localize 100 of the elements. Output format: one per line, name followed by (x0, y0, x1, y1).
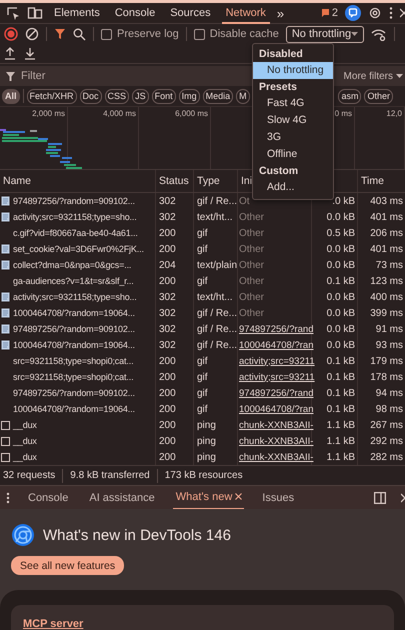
request-name[interactable]: 1000464708/?random=19064... (13, 340, 135, 350)
menu-item[interactable]: No throttling (253, 62, 333, 79)
issues-badge[interactable]: 2 (320, 7, 338, 19)
network-conditions-icon[interactable] (371, 28, 388, 40)
table-cell: 0.0 kB (326, 260, 355, 270)
search-icon[interactable] (73, 28, 86, 40)
table-cell: 399 ms (370, 308, 403, 318)
request-name[interactable]: collect?dma=0&npa=0&gcs=... (13, 260, 132, 270)
close-icon[interactable] (401, 492, 405, 502)
type-filter-chip[interactable]: CSS (104, 88, 130, 104)
table-cell: 302 (159, 324, 176, 334)
tick-label: 6,000 ms (175, 109, 208, 118)
panel-tab[interactable]: Sources (166, 2, 215, 24)
clear-icon[interactable] (25, 27, 39, 41)
type-filter-chip[interactable]: All (2, 88, 20, 104)
more-options-icon[interactable] (389, 6, 393, 20)
request-name[interactable]: activity;src=9321158;type=sho... (13, 212, 137, 222)
initiator-link[interactable]: chunk-XXNB3AII- (239, 420, 314, 430)
column-header[interactable]: Status (159, 175, 189, 187)
dock-side-icon[interactable] (374, 492, 386, 504)
inspect-icon[interactable] (6, 6, 20, 20)
column-header[interactable]: Ini (241, 175, 252, 187)
record-icon[interactable] (4, 27, 18, 41)
table-cell: 200 (159, 452, 176, 462)
request-name[interactable]: activity;src=9321158;type=sho... (13, 292, 137, 302)
initiator-link[interactable]: 974897256/?rand (239, 324, 314, 334)
initiator-link[interactable]: activity;src=93211 (239, 372, 315, 382)
ai-assistant-icon[interactable] (345, 5, 361, 21)
initiator-link[interactable]: chunk-XXNB3AII- (239, 436, 314, 446)
type-filter-chip[interactable]: Media (202, 88, 234, 104)
close-icon[interactable] (400, 7, 405, 19)
request-name[interactable]: src=9321158;type=shopi0;cat... (13, 356, 134, 366)
table-cell: 0.0 kB (326, 212, 355, 222)
checkbox[interactable]: Preserve log (101, 28, 179, 40)
column-header[interactable]: Name (3, 175, 32, 187)
panel-tab[interactable]: Network (222, 2, 270, 24)
type-filter-chip[interactable]: M (236, 88, 250, 104)
device-icon[interactable] (27, 6, 43, 20)
request-name[interactable]: 974897256/?random=909102... (13, 388, 135, 398)
table-cell: 0.0 kB (326, 340, 355, 350)
table-cell: 1.1 kB (326, 420, 355, 430)
initiator-link[interactable]: activity;src=93211 (239, 356, 315, 366)
table-cell: 0.0 kB (326, 308, 355, 318)
type-filter-chip[interactable]: Fetch/XHR (26, 88, 77, 104)
settings-icon[interactable] (368, 6, 382, 20)
column-header[interactable]: Time (361, 175, 384, 187)
type-filter-chip[interactable]: Img (178, 88, 200, 104)
table-cell: 178 ms (370, 372, 403, 382)
request-name[interactable]: __dux (13, 452, 37, 462)
table-cell: .0 kB (332, 196, 355, 206)
filter-icon[interactable] (54, 28, 66, 40)
panel-tab[interactable]: Console (110, 2, 160, 24)
more-tabs-button[interactable]: » (276, 6, 284, 20)
table-cell: 0.1 kB (326, 276, 355, 286)
upload-icon[interactable] (4, 47, 16, 60)
request-name[interactable]: 1000464708/?random=19064... (13, 308, 135, 318)
table-cell: 179 ms (370, 356, 403, 366)
more-filters-button[interactable]: More filters (336, 70, 405, 82)
initiator-link[interactable]: 974897256/?rand (239, 388, 314, 398)
drawer-tab[interactable]: Console (28, 492, 68, 504)
request-name[interactable]: 974897256/?random=909102... (13, 324, 135, 334)
initiator-link[interactable]: chunk-XXNB3AII- (239, 452, 314, 462)
initiator-link[interactable]: 1000464708/?ran (239, 340, 314, 350)
drawer-tab[interactable]: AI assistance (89, 492, 155, 504)
request-name[interactable]: set_cookie?val=3D6Fwr0%2FjK... (13, 244, 144, 254)
request-name[interactable]: __dux (13, 436, 37, 446)
drawer-tab[interactable]: Issues (262, 492, 294, 504)
menu-item[interactable]: Fast 4G (253, 95, 333, 112)
column-header[interactable]: Type (197, 175, 220, 187)
checkbox[interactable]: Disable cache (194, 28, 279, 40)
filter-field[interactable]: Filter (21, 69, 141, 83)
document-icon (1, 324, 10, 334)
menu-item[interactable]: Add... (253, 179, 333, 196)
menu-item[interactable]: Slow 4G (253, 112, 333, 129)
download-icon[interactable] (24, 47, 36, 60)
request-name[interactable]: 974897256/?random=909102... (13, 196, 135, 206)
menu-item[interactable]: 3G (253, 129, 333, 146)
type-filter-chip[interactable]: JS (132, 88, 149, 104)
panel-tab[interactable]: Elements (50, 2, 104, 24)
type-filter-chip[interactable]: Font (152, 88, 176, 104)
request-name[interactable]: __dux (13, 420, 37, 430)
feature-link[interactable]: MCP server (23, 618, 84, 630)
menu-heading: Presets (258, 80, 298, 95)
menu-item[interactable]: Offline (253, 146, 333, 163)
drawer-tab[interactable]: What's new (176, 490, 232, 502)
initiator-link[interactable]: 1000464708/?ran (239, 404, 314, 414)
tick-label: 2,000 ms (32, 109, 65, 118)
type-filter-chip[interactable]: asm (338, 88, 362, 104)
see-features-button[interactable]: See all new features (11, 556, 124, 575)
panel-title: What's new in DevTools 146 (43, 526, 231, 544)
type-filter-chip[interactable]: Other (364, 88, 393, 104)
request-name[interactable]: src=9321158;type=shopi0;cat... (13, 372, 134, 382)
more-options-icon[interactable] (6, 492, 10, 504)
request-name[interactable]: ga-audiences?v=1&t=sr&slf_r... (13, 276, 134, 286)
throttling-dropdown[interactable]: No throttling (286, 26, 364, 42)
close-icon[interactable] (235, 493, 242, 500)
menu-heading: Disabled (258, 47, 304, 62)
request-name[interactable]: c.gif?vid=f80667aa-be40-4a61... (13, 228, 138, 238)
request-name[interactable]: 1000464708/?random=19064... (13, 404, 135, 414)
type-filter-chip[interactable]: Doc (80, 88, 102, 104)
